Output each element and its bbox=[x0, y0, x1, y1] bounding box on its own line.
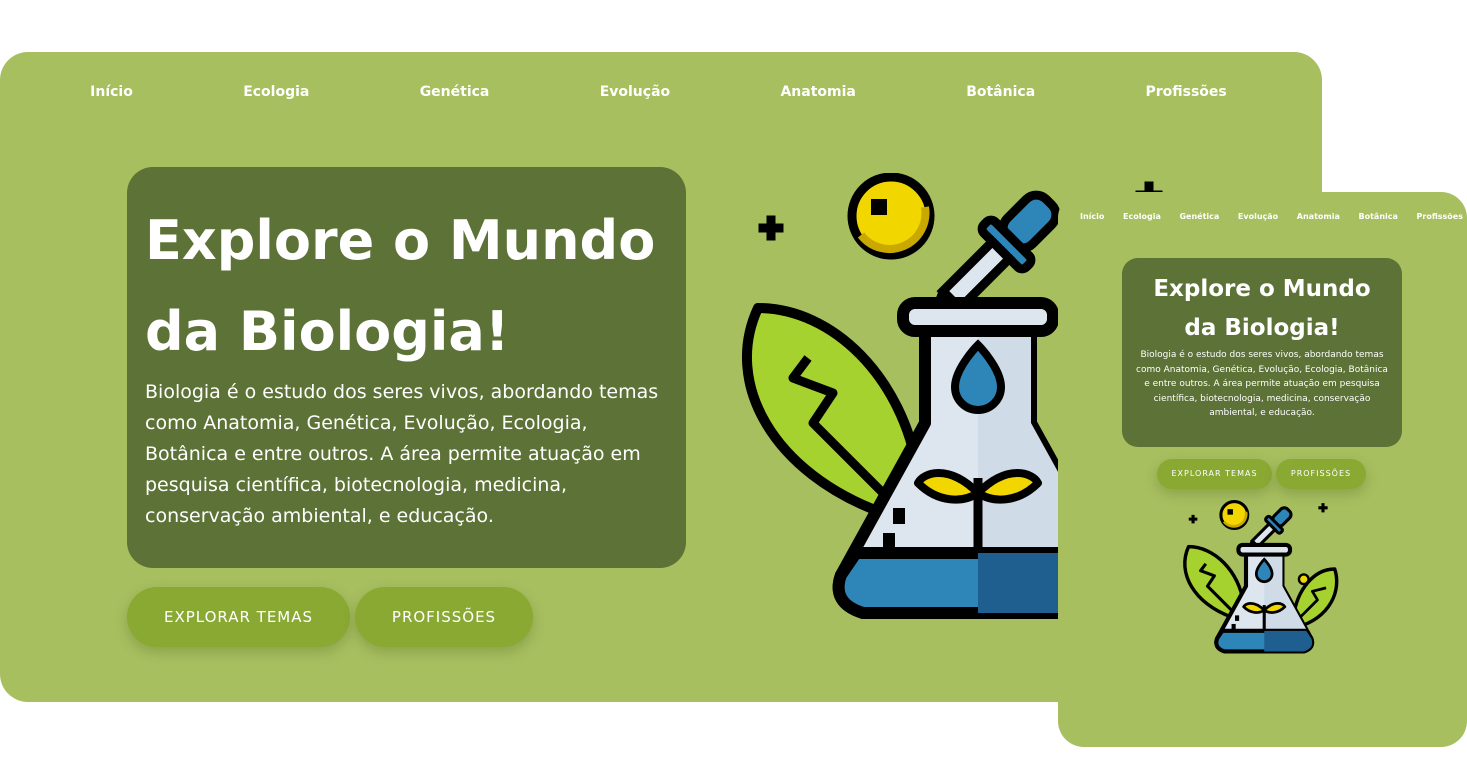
hero-card: Explore o Mundo da Biologia! Biologia é … bbox=[1122, 258, 1402, 447]
hero-title-line-1: Explore o Mundo bbox=[1153, 276, 1371, 302]
nav-link-genetica[interactable]: Genética bbox=[420, 84, 490, 100]
hero-title: Explore o Mundo da Biologia! bbox=[145, 195, 668, 377]
nav-link-anatomia[interactable]: Anatomia bbox=[1297, 212, 1340, 221]
hero-title-line-2: da Biologia! bbox=[145, 300, 510, 363]
careers-button[interactable]: PROFISSÕES bbox=[355, 587, 533, 647]
nav-link-anatomia[interactable]: Anatomia bbox=[780, 84, 855, 100]
hero-card: Explore o Mundo da Biologia! Biologia é … bbox=[127, 167, 686, 568]
nav-link-evolucao[interactable]: Evolução bbox=[600, 84, 670, 100]
hero-description: Biologia é o estudo dos seres vivos, abo… bbox=[145, 381, 659, 527]
explore-topics-button[interactable]: EXPLORAR TEMAS bbox=[1157, 459, 1272, 489]
explore-topics-button[interactable]: EXPLORAR TEMAS bbox=[127, 587, 350, 647]
nav-link-inicio[interactable]: Início bbox=[1080, 212, 1104, 221]
biology-flask-icon bbox=[1180, 500, 1345, 662]
mobile-nav: Início Ecologia Genética Evolução Anatom… bbox=[1058, 212, 1467, 221]
nav-link-ecologia[interactable]: Ecologia bbox=[243, 84, 309, 100]
careers-button[interactable]: PROFISSÕES bbox=[1276, 459, 1366, 489]
nav-link-profissoes[interactable]: Profissões bbox=[1417, 212, 1463, 221]
hero-title: Explore o Mundo da Biologia! bbox=[1134, 270, 1390, 348]
mobile-preview: Início Ecologia Genética Evolução Anatom… bbox=[1058, 192, 1467, 747]
hero-description: Biologia é o estudo dos seres vivos, abo… bbox=[1136, 350, 1388, 418]
nav-link-inicio[interactable]: Início bbox=[90, 84, 133, 100]
hero-title-line-1: Explore o Mundo bbox=[145, 209, 656, 272]
nav-link-genetica[interactable]: Genética bbox=[1179, 212, 1219, 221]
desktop-nav: Início Ecologia Genética Evolução Anatom… bbox=[0, 84, 1322, 100]
nav-link-evolucao[interactable]: Evolução bbox=[1238, 212, 1278, 221]
nav-link-profissoes[interactable]: Profissões bbox=[1145, 84, 1226, 100]
nav-link-ecologia[interactable]: Ecologia bbox=[1123, 212, 1161, 221]
hero-title-line-2: da Biologia! bbox=[1184, 315, 1340, 341]
nav-link-botanica[interactable]: Botânica bbox=[966, 84, 1035, 100]
nav-link-botanica[interactable]: Botânica bbox=[1359, 212, 1398, 221]
